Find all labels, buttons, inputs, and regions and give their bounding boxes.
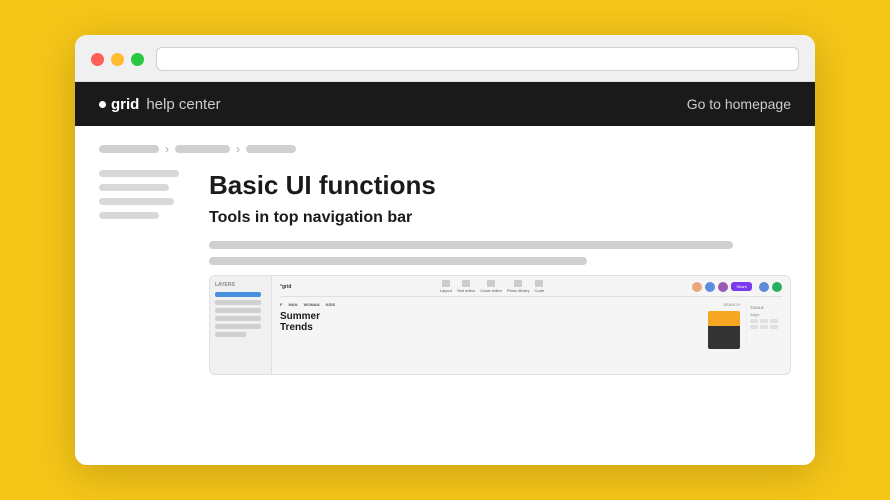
sidebar-line-2 [99,184,169,191]
article-subtitle: Tools in top navigation bar [209,209,791,227]
preview-nav-kids: KIDS [326,302,336,307]
traffic-lights [91,53,144,66]
preview-icon-1 [759,282,769,292]
preview-canvas-area: F MAN WOMAN KIDS SEARCH SummerTrends [280,302,740,349]
preview-model-image [708,311,740,349]
browser-chrome [75,35,815,82]
preview-avatar-3 [718,282,728,292]
preview-summer-trends-text: SummerTrends [280,311,703,333]
preview-canvas-content: SummerTrends [280,311,740,349]
preview-nav-layout: Layout [440,280,452,293]
preview-tool-block-5 [760,325,768,329]
preview-nav-cover-editor: Cover editor [480,280,502,293]
content-area: › › Basic UI functions Tools in top navi… [75,126,815,465]
preview-logo: °grid [280,284,291,290]
preview-layer-section2 [215,332,246,337]
content-line-1 [209,241,733,249]
preview-tool-block-3 [770,319,778,323]
address-bar[interactable] [156,47,799,71]
sidebar-skeleton [99,170,189,375]
go-homepage-link[interactable]: Go to homepage [687,96,791,112]
preview-nav-text-editor: Text editor [457,280,475,293]
sidebar-line-4 [99,212,159,219]
preview-layers-panel: LAYERS [210,276,272,374]
minimize-button[interactable] [111,53,124,66]
preview-layer-buttons [215,308,261,313]
preview-tools-panel: TOOLS Align: [746,302,782,349]
preview-inner: LAYERS °grid [210,276,790,374]
preview-layers-title: LAYERS [215,282,266,288]
preview-align-label: Align: [750,312,779,317]
chevron-icon-2: › [236,142,240,156]
preview-content-area: F MAN WOMAN KIDS SEARCH SummerTrends [280,302,782,349]
preview-tool-row-2 [750,325,779,329]
breadcrumb-segment-3 [246,145,296,153]
chevron-icon-1: › [165,142,169,156]
preview-nav-code: Code [534,280,544,293]
article-title: Basic UI functions [209,170,791,201]
preview-tool-block-2 [760,319,768,323]
preview-nav-f: F [280,302,282,307]
cover-editor-icon [487,280,495,287]
close-button[interactable] [91,53,104,66]
breadcrumb: › › [99,142,791,156]
preview-avatar-1 [692,282,702,292]
preview-layer-heading [215,300,261,305]
preview-layer-testimonial [215,324,261,329]
preview-actions: Share [692,282,782,292]
preview-main-area: °grid Layout Text editor [272,276,790,374]
logo-subtitle: help center [146,96,220,113]
logo-brand: grid [111,96,139,113]
breadcrumb-segment-2 [175,145,230,153]
preview-nav-photo-library: Photo library [507,280,529,293]
preview-layer-menu [215,292,261,297]
preview-share-button[interactable]: Share [731,282,752,291]
logo: grid help center [99,96,221,113]
code-icon [535,280,543,287]
content-line-2 [209,257,587,265]
browser-window: grid help center Go to homepage › › [75,35,815,465]
preview-nav-woman: WOMAN [304,302,320,307]
preview-person-figure [708,311,740,349]
preview-icon-2 [772,282,782,292]
preview-layer-entry [215,316,261,321]
preview-title: SummerTrends [280,311,703,333]
article-content: Basic UI functions Tools in top navigati… [209,170,791,375]
logo-dot-icon [99,101,106,108]
layout-icon [442,280,450,287]
preview-tool-block-1 [750,319,758,323]
sidebar-line-1 [99,170,179,177]
preview-canvas-nav: F MAN WOMAN KIDS SEARCH [280,302,740,307]
preview-tools-title: TOOLS [750,305,779,310]
preview-tool-row-1 [750,319,779,323]
photo-library-icon [514,280,522,287]
preview-tool-block-6 [770,325,778,329]
sidebar-line-3 [99,198,174,205]
preview-avatar-2 [705,282,715,292]
app-navbar: grid help center Go to homepage [75,82,815,126]
preview-search-label: SEARCH [723,302,740,307]
preview-top-nav: °grid Layout Text editor [280,280,782,297]
breadcrumb-segment-1 [99,145,159,153]
preview-nav-man: MAN [288,302,297,307]
preview-tool-block-4 [750,325,758,329]
text-editor-icon [462,280,470,287]
maximize-button[interactable] [131,53,144,66]
main-layout: Basic UI functions Tools in top navigati… [99,170,791,375]
article-preview-image: LAYERS °grid [209,275,791,375]
preview-nav-items: Layout Text editor Cover editor [440,280,544,293]
